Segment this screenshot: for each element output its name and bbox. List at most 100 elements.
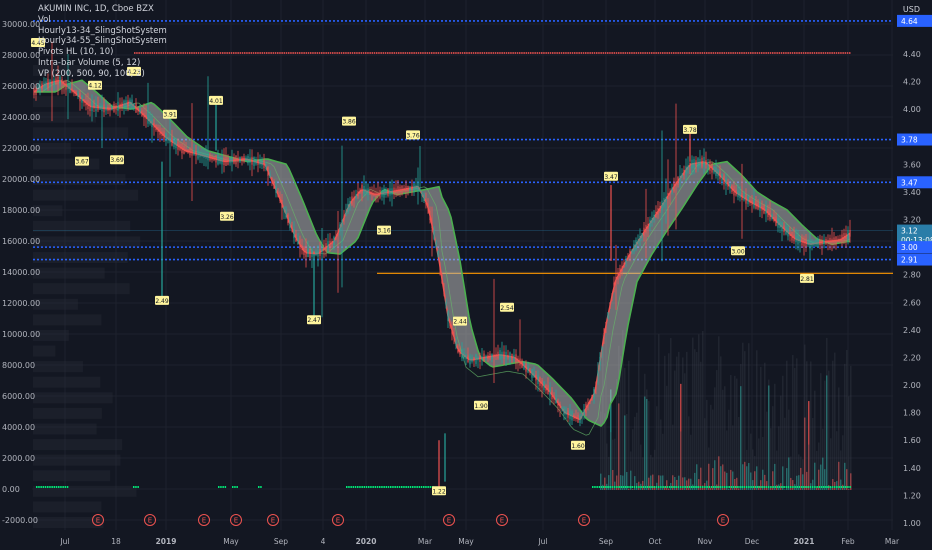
candle-body: [761, 205, 763, 211]
chart-canvas[interactable]: 4.454.234.123.67 3.693.914.013.262.492.47…: [0, 0, 932, 550]
volume-profile-bar: [716, 370, 718, 490]
signal-dot-red: [189, 52, 191, 54]
pivot-label: 2.54: [500, 305, 514, 312]
volume-profile: [33, 64, 141, 528]
signal-dot-red: [241, 52, 244, 54]
signal-dot-green: [405, 486, 407, 488]
signal-dot-red: [244, 52, 246, 54]
signal-dot-green: [695, 486, 697, 488]
volume-profile-bar: [726, 430, 728, 490]
signal-dot-red: [776, 52, 778, 54]
signal-dot-red: [644, 52, 646, 54]
signal-dot-red: [622, 52, 624, 54]
candle-body: [637, 240, 639, 243]
candle-body: [549, 388, 551, 396]
earnings-label: E: [96, 517, 100, 525]
signal-dot-red: [380, 52, 382, 54]
candle-body: [321, 249, 323, 253]
candle-body: [123, 100, 125, 109]
signal-dot-red: [479, 52, 481, 54]
candle-body: [799, 238, 801, 243]
signal-dot-red: [437, 52, 440, 54]
signal-dot-green: [754, 486, 757, 488]
earnings-label: E: [721, 517, 725, 525]
candle-body: [277, 192, 279, 197]
signal-dot-green: [792, 486, 794, 488]
volume-profile-bar: [662, 433, 664, 490]
signal-dot-red: [332, 52, 334, 54]
signal-dot-green: [840, 486, 843, 488]
candle-body: [689, 162, 691, 166]
pivot-label: 2.47: [307, 317, 321, 324]
candle-body: [751, 200, 753, 206]
candle-body: [823, 239, 825, 245]
signal-dot-red: [653, 52, 655, 54]
candle-body: [211, 156, 213, 160]
signal-dot-red: [758, 52, 761, 54]
candle-body: [661, 200, 663, 211]
signal-dot-red: [461, 52, 464, 54]
candle-body: [439, 263, 441, 270]
signal-dot-green: [234, 486, 236, 488]
signal-dot-red: [365, 52, 367, 54]
candle-body: [193, 150, 195, 156]
candle-body: [71, 88, 73, 92]
signal-dot-green: [708, 486, 711, 488]
signal-dot-green: [818, 486, 821, 488]
candle-body: [275, 186, 277, 193]
candle-body: [283, 206, 285, 211]
signal-dot-red: [272, 52, 275, 54]
legend-title[interactable]: AKUMIN INC, 1D, Cboe BZX: [38, 4, 167, 15]
signal-dot-red: [833, 52, 836, 54]
candle-body: [77, 93, 79, 98]
pivot-label: 2.44: [453, 319, 467, 326]
candle-body: [717, 170, 719, 177]
candle-body: [225, 157, 227, 166]
volume-profile-bar: [782, 375, 784, 490]
signal-dot-red: [184, 52, 187, 54]
signal-dot-red: [204, 52, 206, 54]
legend-pivots[interactable]: Pivots HL (10, 10): [38, 47, 167, 58]
candle-body: [137, 107, 139, 112]
candle-body: [305, 248, 307, 257]
signal-dot-red: [640, 52, 642, 54]
signal-dot-red: [547, 52, 550, 54]
candle-body: [47, 78, 49, 89]
right-axis-label: 4.20: [903, 78, 921, 87]
candle-body: [139, 109, 141, 114]
candle-body: [155, 124, 157, 131]
signal-dot-red: [725, 52, 728, 54]
candle-body: [483, 353, 485, 362]
signal-dot-green: [691, 486, 693, 488]
candle-body: [651, 218, 653, 223]
candle-body: [437, 250, 439, 258]
volume-profile-bar: [698, 334, 700, 490]
signal-dot-red: [433, 52, 435, 54]
candle-body: [87, 100, 89, 110]
signal-dot-green: [416, 486, 418, 488]
candle-body: [171, 137, 173, 146]
pivot-label: 3.69: [110, 157, 124, 164]
legend-volume-profile[interactable]: VP (200, 500, 90, 100, 2): [38, 69, 167, 80]
vp-row: [33, 174, 126, 186]
candle-body: [355, 194, 357, 198]
candle-body: [415, 184, 417, 189]
legend-slingshot-34-55[interactable]: Hourly34-55_SlingShotSystem: [38, 36, 167, 47]
candle-body: [465, 354, 467, 360]
legend-intrabar-volume[interactable]: Intra-bar Volume (5, 12): [38, 58, 167, 69]
volume-profile-bar: [704, 418, 706, 490]
candle-body: [399, 186, 401, 194]
legend-vol[interactable]: Vol: [38, 15, 167, 26]
candle-body: [817, 238, 819, 248]
signal-dot-green: [603, 486, 605, 488]
volume-profile-bar: [748, 343, 750, 490]
legend-slingshot-13-34[interactable]: Hourly13-34_SlingShotSystem: [38, 26, 167, 37]
signal-dot-green: [396, 486, 399, 488]
signal-dot-red: [303, 52, 305, 54]
signal-dot-red: [615, 52, 618, 54]
volume-profile-bar: [728, 409, 730, 490]
signal-dot-red: [395, 52, 398, 54]
candle-body: [491, 353, 493, 359]
signal-dot-green: [677, 486, 680, 488]
candle-body: [151, 119, 153, 128]
